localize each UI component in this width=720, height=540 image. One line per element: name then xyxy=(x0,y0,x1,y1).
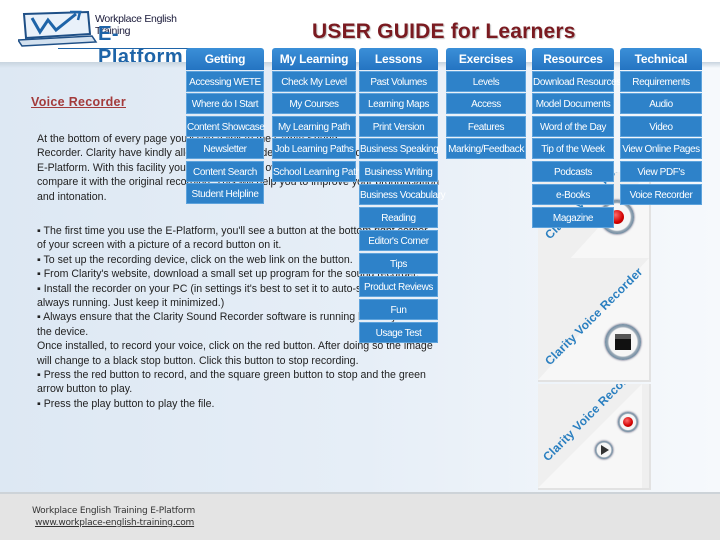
menu-resources[interactable]: Resources xyxy=(532,48,614,70)
page-footer: Workplace English Training E-Platform ww… xyxy=(0,492,720,540)
step-line: arrow button to play. xyxy=(37,383,133,396)
menu-item[interactable]: Levels xyxy=(446,71,526,92)
menu-item[interactable]: My Courses xyxy=(272,93,356,114)
menu-item[interactable]: Tips xyxy=(359,253,438,274)
recorder-panel-play[interactable]: Clarity Voice Recorder xyxy=(538,384,651,490)
menu-my-learning[interactable]: My Learning xyxy=(272,48,356,70)
menu-item[interactable]: Past Volumes xyxy=(359,71,438,92)
footer-text: Workplace English Training E-Platform xyxy=(32,506,196,516)
menu-item[interactable]: Check My Level xyxy=(272,71,356,92)
recorder-panel-stop[interactable]: Clarity Voice Recorder xyxy=(538,258,651,382)
e-platform-logo[interactable]: Workplace English Training E-Platform xyxy=(18,8,210,68)
step-line: will change to a black stop button. Clic… xyxy=(37,354,359,367)
menu-item[interactable]: Business Vocabulary xyxy=(359,184,446,205)
play-triangle-icon xyxy=(601,445,609,455)
menu-item[interactable]: Marking/Feedback xyxy=(446,138,526,159)
record-button[interactable] xyxy=(618,412,638,432)
menu-item[interactable]: Fun xyxy=(359,299,438,320)
menu-item[interactable]: Video xyxy=(620,116,702,137)
menu-item[interactable]: Business Speaking xyxy=(359,138,439,159)
menu-getting-started[interactable]: Getting Started xyxy=(186,48,264,88)
menu-item[interactable]: Accessing WETE xyxy=(186,71,264,92)
menu-item[interactable]: Editor's Corner xyxy=(359,230,438,251)
stop-button[interactable] xyxy=(605,324,641,360)
panel-triangle xyxy=(538,384,642,488)
menu-item[interactable]: View PDF's xyxy=(620,161,702,182)
section-title: Voice Recorder xyxy=(31,95,126,109)
menu-item[interactable]: Business Writing xyxy=(359,161,438,182)
menu-item[interactable]: Learning Maps xyxy=(359,93,438,114)
step-line: ▪ Press the play button to play the file… xyxy=(37,397,215,410)
footer-link[interactable]: www.workplace-english-training.com xyxy=(35,518,194,528)
menu-item[interactable]: School Learning Path xyxy=(272,161,361,182)
menu-item[interactable]: My Learning Path xyxy=(272,116,356,137)
menu-item[interactable]: Download Resources xyxy=(532,71,621,92)
menu-item[interactable]: Tip of the Week xyxy=(532,138,614,159)
menu-item[interactable]: Print Version xyxy=(359,116,438,137)
menu-item[interactable]: Model Documents xyxy=(532,93,614,114)
menu-item[interactable]: Newsletter xyxy=(186,138,264,159)
menu-item[interactable]: Usage Test xyxy=(359,322,438,343)
menu-item[interactable]: Reading xyxy=(359,207,438,228)
menu-item[interactable]: Product Reviews xyxy=(359,276,438,297)
menu-technical[interactable]: Technical xyxy=(620,48,702,70)
guide-title: USER GUIDE for Learners xyxy=(312,20,576,43)
menu-exercises[interactable]: Exercises xyxy=(446,48,526,70)
menu-item[interactable]: Access xyxy=(446,93,526,114)
menu-item[interactable]: Voice Recorder xyxy=(620,184,702,205)
laptop-logo-icon xyxy=(18,10,98,47)
menu-item[interactable]: e-Books xyxy=(532,184,614,205)
menu-lessons[interactable]: Lessons xyxy=(359,48,438,70)
menu-item[interactable]: Student Helpline xyxy=(186,183,264,204)
menu-item[interactable]: Where do I Start xyxy=(186,93,264,114)
menu-item[interactable]: View Online Pages xyxy=(620,138,702,159)
menu-item[interactable]: Features xyxy=(446,116,526,137)
menu-item[interactable]: Content Search xyxy=(186,161,264,182)
play-button[interactable] xyxy=(595,441,613,459)
menu-item[interactable]: Content Showcase xyxy=(186,116,265,137)
menu-item[interactable]: Podcasts xyxy=(532,161,614,182)
step-line: ▪ Press the red button to record, and th… xyxy=(37,369,426,382)
menu-item[interactable]: Word of the Day xyxy=(532,116,614,137)
menu-item[interactable]: Job Learning Paths xyxy=(272,138,356,159)
record-dot-icon xyxy=(623,417,633,427)
menu-item[interactable]: Requirements xyxy=(620,71,702,92)
menu-item[interactable]: Audio xyxy=(620,93,702,114)
stop-square-icon xyxy=(615,334,631,350)
menu-item[interactable]: Magazine xyxy=(532,207,614,228)
